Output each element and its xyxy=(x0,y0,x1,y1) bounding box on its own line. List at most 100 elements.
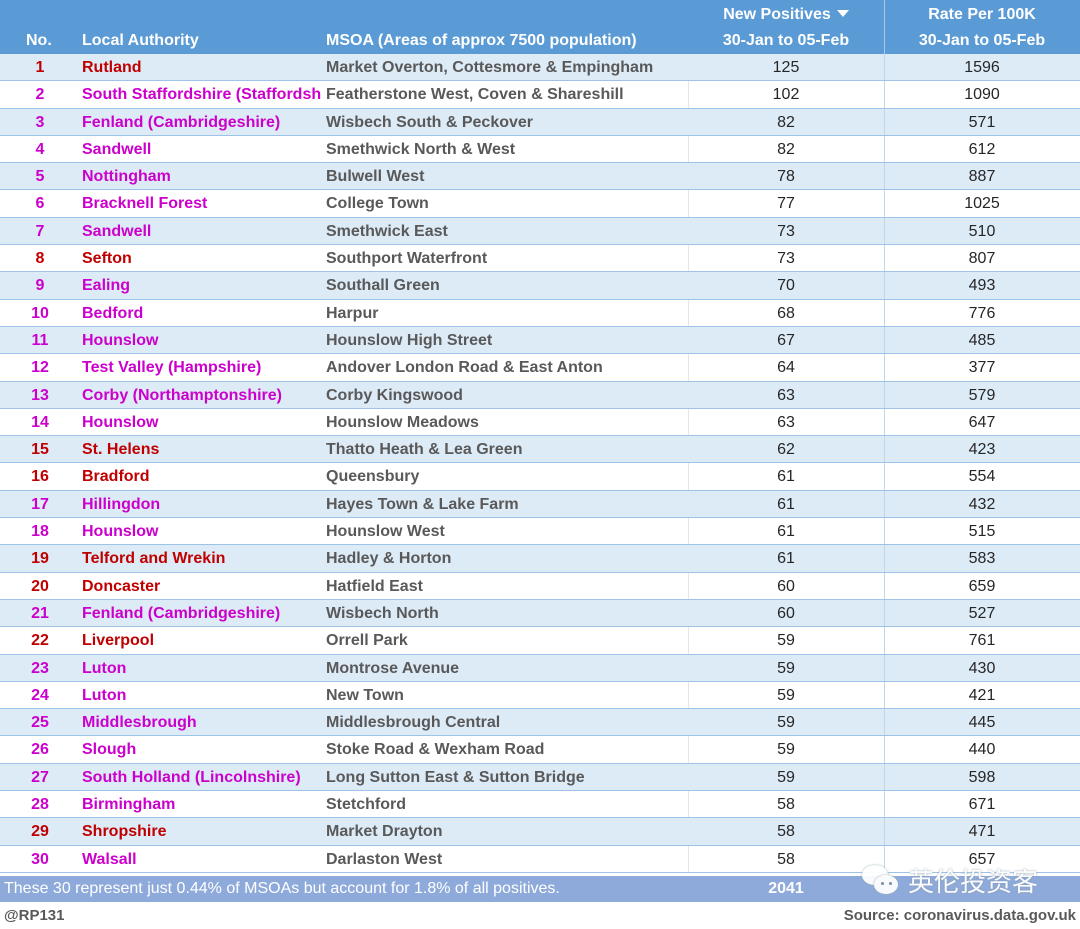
new-positives-cell: 59 xyxy=(777,714,795,732)
table-row[interactable]: 5 Nottingham Bulwell West 78 887 xyxy=(0,163,1080,191)
column-header-local-authority[interactable]: Local Authority xyxy=(82,32,199,50)
local-authority-cell: Birmingham xyxy=(82,796,176,814)
new-positives-cell: 59 xyxy=(777,659,795,677)
row-number: 23 xyxy=(31,659,49,677)
msoa-cell: Corby Kingswood xyxy=(326,386,463,404)
rate-cell: 445 xyxy=(968,714,996,732)
rate-cell: 807 xyxy=(968,250,996,268)
rate-cell: 776 xyxy=(968,304,996,322)
table-row[interactable]: 23 Luton Montrose Avenue 59 430 xyxy=(0,654,1080,682)
author-credit: @RP131 xyxy=(4,907,65,924)
msoa-cell: Hatfield East xyxy=(326,577,423,595)
row-number: 13 xyxy=(31,386,49,404)
new-positives-cell: 61 xyxy=(777,468,795,486)
new-positives-cell: 59 xyxy=(777,632,795,650)
local-authority-cell: Rutland xyxy=(82,59,142,76)
table-row[interactable]: 7 Sandwell Smethwick East 73 510 xyxy=(0,217,1080,246)
row-number: 19 xyxy=(31,550,49,568)
table-row[interactable]: 9 Ealing Southall Green 70 493 xyxy=(0,272,1080,300)
table-row[interactable]: 3 Fenland (Cambridgeshire) Wisbech South &… xyxy=(0,108,1080,136)
msoa-cell: Hounslow West xyxy=(326,523,445,541)
row-number: 20 xyxy=(31,577,49,595)
msoa-cell: Wisbech South & Peckover xyxy=(326,113,534,131)
table-row[interactable]: 11 Hounslow Hounslow High Street 67 485 xyxy=(0,326,1080,355)
msoa-cell: Stoke Road & Wexham Road xyxy=(326,741,545,759)
local-authority-cell: St. Helens xyxy=(82,441,160,459)
msoa-cell: Featherstone West, Coven & Shareshill xyxy=(326,86,624,104)
table-row[interactable]: 20 Doncaster Hatfield East 60 659 xyxy=(0,572,1080,600)
column-header-msoa[interactable]: MSOA (Areas of approx 7500 population) xyxy=(326,32,637,50)
row-number: 24 xyxy=(31,686,49,704)
column-header-new-positives[interactable]: New Positives xyxy=(688,6,884,24)
table-row[interactable]: 14 Hounslow Hounslow Meadows 63 647 xyxy=(0,408,1080,437)
rate-cell: 432 xyxy=(968,495,996,513)
table-row[interactable]: 29 Shropshire Market Drayton 58 471 xyxy=(0,818,1080,846)
table-row[interactable]: 27 South Holland (Lincolnshire) Long Sutto… xyxy=(0,763,1080,792)
local-authority-cell: South Holland (Lincolnshire) xyxy=(82,768,301,786)
table-row[interactable]: 24 Luton New Town 59 421 xyxy=(0,681,1080,710)
msoa-cell: Harpur xyxy=(326,304,379,322)
table-row[interactable]: 21 Fenland (Cambridgeshire) Wisbech North 6… xyxy=(0,599,1080,628)
table-row[interactable]: 8 Sefton Southport Waterfront 73 807 xyxy=(0,245,1080,273)
local-authority-cell: Shropshire xyxy=(82,823,167,841)
table-row[interactable]: 17 Hillingdon Hayes Town & Lake Farm 61 432 xyxy=(0,490,1080,519)
table-row[interactable]: 10 Bedford Harpur 68 776 xyxy=(0,299,1080,327)
summary-note: These 30 represent just 0.44% of MSOAs b… xyxy=(4,880,560,897)
local-authority-cell: Slough xyxy=(82,741,137,759)
local-authority-cell: Bracknell Forest xyxy=(82,195,208,213)
msoa-cell: Thatto Heath & Lea Green xyxy=(326,441,523,459)
new-positives-label: New Positives xyxy=(723,6,831,23)
local-authority-cell: Liverpool xyxy=(82,632,155,650)
table-row[interactable]: 1 Rutland Market Overton, Cottesmore & Emp… xyxy=(0,54,1080,82)
rate-cell: 887 xyxy=(968,168,996,186)
row-number: 27 xyxy=(31,768,49,786)
new-positives-cell: 62 xyxy=(777,441,795,459)
table-row[interactable]: 13 Corby (Northamptonshire) Corby Kingswoo… xyxy=(0,381,1080,409)
table-row[interactable]: 19 Telford and Wrekin Hadley & Horton 61 583 xyxy=(0,545,1080,573)
new-positives-cell: 59 xyxy=(777,768,795,786)
table-row[interactable]: 2 South Staffordshire (Staffordsh Feathers… xyxy=(0,81,1080,109)
row-number: 14 xyxy=(31,413,49,431)
table-row[interactable]: 15 St. Helens Thatto Heath & Lea Green 62 42… xyxy=(0,436,1080,464)
local-authority-cell: Ealing xyxy=(82,277,131,295)
table-header: No. Local Authority MSOA (Areas of appro… xyxy=(0,0,1080,54)
msoa-cell: Middlesbrough Central xyxy=(326,714,501,732)
table-row[interactable]: 16 Bradford Queensbury 61 554 xyxy=(0,463,1080,491)
local-authority-cell: Corby (Northamptonshire) xyxy=(82,386,282,404)
sort-descending-icon[interactable] xyxy=(836,10,849,17)
rate-cell: 423 xyxy=(968,441,996,459)
row-number: 8 xyxy=(35,250,45,268)
local-authority-cell: Hounslow xyxy=(82,413,159,431)
table-row[interactable]: 26 Slough Stoke Road & Wexham Road 59 440 xyxy=(0,736,1080,764)
local-authority-cell: Luton xyxy=(82,659,127,677)
new-positives-cell: 61 xyxy=(777,495,795,513)
msoa-cell: College Town xyxy=(326,195,429,213)
table-row[interactable]: 25 Middlesbrough Middlesbrough Central 59 44… xyxy=(0,709,1080,737)
table-row[interactable]: 18 Hounslow Hounslow West 61 515 xyxy=(0,518,1080,546)
new-positives-cell: 67 xyxy=(777,331,795,349)
rate-cell: 659 xyxy=(968,577,996,595)
column-header-rate[interactable]: Rate Per 100K xyxy=(884,6,1080,24)
new-positives-cell: 59 xyxy=(777,741,795,759)
msoa-cell: Hadley & Horton xyxy=(326,550,452,568)
new-positives-cell: 102 xyxy=(772,86,800,104)
table-row[interactable]: 4 Sandwell Smethwick North & West 82 612 xyxy=(0,135,1080,164)
column-header-no[interactable]: No. xyxy=(26,32,52,50)
table-row[interactable]: 22 Liverpool Orrell Park 59 761 xyxy=(0,627,1080,655)
table-row[interactable]: 12 Test Valley (Hampshire) Andover London … xyxy=(0,354,1080,382)
msoa-cell: Hayes Town & Lake Farm xyxy=(326,495,519,513)
msoa-cell: Darlaston West xyxy=(326,850,443,868)
row-number: 15 xyxy=(31,441,49,459)
row-number: 6 xyxy=(35,195,45,213)
msoa-cell: Orrell Park xyxy=(326,632,408,650)
table-row[interactable]: 6 Bracknell Forest College Town 77 1025 xyxy=(0,190,1080,218)
msoa-cell: Long Sutton East & Sutton Bridge xyxy=(326,768,585,786)
local-authority-cell: Nottingham xyxy=(82,168,171,186)
local-authority-cell: Sandwell xyxy=(82,222,152,240)
watermark-text: 英伦投资客 xyxy=(908,867,1039,897)
local-authority-cell: Sefton xyxy=(82,250,132,268)
rate-cell: 430 xyxy=(968,659,996,677)
table-row[interactable]: 28 Birmingham Stetchford 58 671 xyxy=(0,791,1080,819)
new-positives-cell: 60 xyxy=(777,604,795,622)
rate-cell: 647 xyxy=(968,413,996,431)
